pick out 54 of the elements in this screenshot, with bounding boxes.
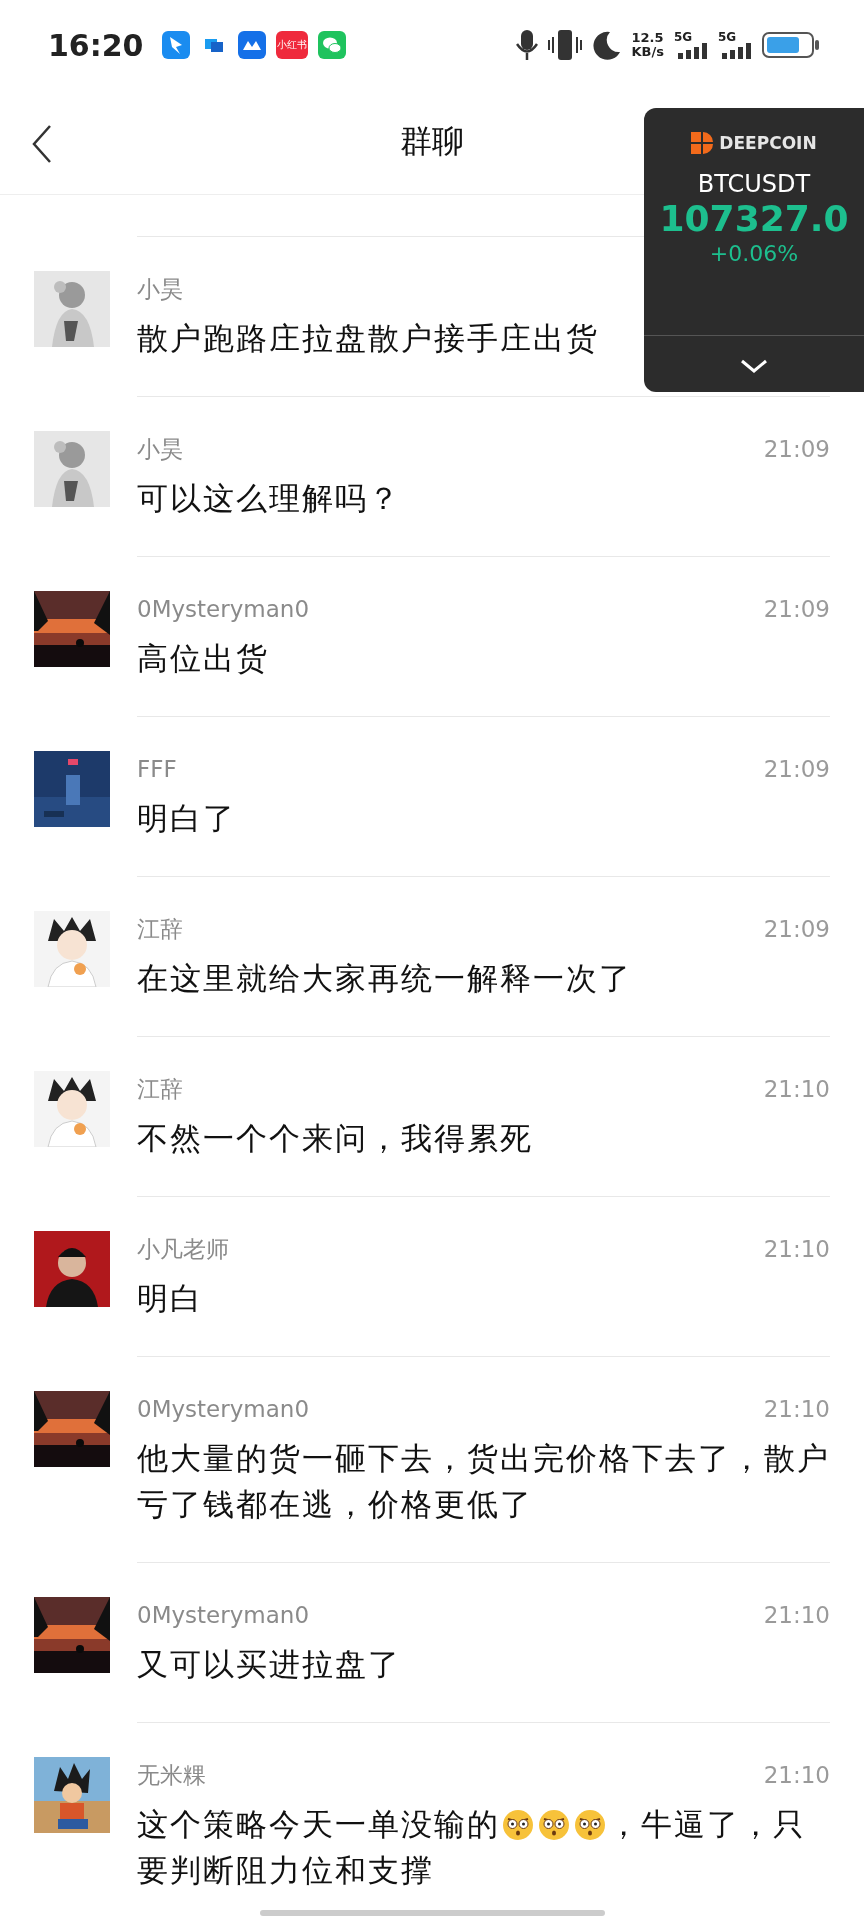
message-text: 可以这么理解吗？ bbox=[137, 479, 402, 518]
chat-app-icon bbox=[317, 31, 346, 59]
moon-icon bbox=[591, 30, 622, 60]
sender-name: 0Mysteryman0 bbox=[137, 596, 310, 622]
app-icon bbox=[237, 31, 266, 59]
ticker-symbol: BTCUSDT bbox=[697, 170, 811, 198]
message-time: 21:09 bbox=[763, 596, 830, 622]
sender-name: FFF bbox=[137, 756, 177, 782]
microphone-icon bbox=[515, 29, 538, 61]
sender-name: 江辞 bbox=[137, 914, 183, 944]
emoji-icon bbox=[538, 1809, 570, 1841]
chevron-down-icon[interactable] bbox=[740, 358, 768, 374]
sender-name: 无米粿 bbox=[137, 1760, 206, 1790]
message-time: 21:10 bbox=[763, 1602, 830, 1628]
message-text: 不然一个个来问，我得累死 bbox=[137, 1119, 534, 1158]
message-time: 21:09 bbox=[763, 756, 830, 782]
price-change: +0.06% bbox=[709, 241, 799, 266]
message-text: 明白 bbox=[137, 1279, 204, 1318]
price-widget[interactable]: DEEPCOIN BTCUSDT 107327.0 +0.06% bbox=[644, 108, 864, 392]
message-time: 21:09 bbox=[763, 916, 830, 942]
sender-name: 0Mysteryman0 bbox=[137, 1602, 310, 1628]
chat-title: 群聊 bbox=[400, 121, 464, 162]
message-text: 明白了 bbox=[137, 799, 237, 838]
message-text: 他大量的货一砸下去，货出完价格下去了，散户亏了钱都在逃，价格更低了 bbox=[137, 1439, 830, 1524]
message-text: 这个策略今天一单没输的 ，牛逼了，只要判断阻力位和支撑 bbox=[137, 1805, 807, 1890]
sender-name: 小昊 bbox=[137, 434, 183, 464]
emoji-icon bbox=[574, 1809, 606, 1841]
battery-icon bbox=[762, 31, 820, 59]
vibrate-icon bbox=[547, 29, 582, 61]
app-icon: 小红书 bbox=[275, 31, 308, 59]
sender-name: 江辞 bbox=[137, 1074, 183, 1104]
sender-name: 小凡老师 bbox=[137, 1234, 229, 1264]
message-text: 高位出货 bbox=[137, 639, 270, 678]
message-time: 21:10 bbox=[763, 1762, 830, 1788]
message-time: 21:10 bbox=[763, 1076, 830, 1102]
logo-icon bbox=[691, 132, 714, 154]
message-text: 散户跑路庄拉盘散户接手庄出货 bbox=[137, 319, 600, 358]
sender-name: 小昊 bbox=[137, 274, 183, 304]
speed-unit: KB/s bbox=[631, 45, 664, 59]
message-time: 21:09 bbox=[763, 436, 830, 462]
message-text: 在这里就给大家再统一解释一次了 bbox=[137, 959, 633, 998]
network-label: 5G bbox=[674, 31, 694, 43]
back-icon[interactable] bbox=[30, 124, 54, 164]
ticker-price: 107327.0 bbox=[659, 198, 849, 239]
sender-name: 0Mysteryman0 bbox=[137, 1396, 310, 1422]
message-time: 21:10 bbox=[763, 1236, 830, 1262]
message-time: 21:10 bbox=[763, 1396, 830, 1422]
message-text: 又可以买进拉盘了 bbox=[137, 1645, 402, 1684]
app-icon bbox=[161, 31, 190, 59]
clock: 16:20 bbox=[48, 27, 144, 63]
emoji-icon bbox=[502, 1809, 534, 1841]
speed-value: 12.5 bbox=[631, 31, 664, 45]
network-label: 5G bbox=[718, 31, 738, 43]
brand-name: DEEPCOIN bbox=[719, 133, 817, 153]
